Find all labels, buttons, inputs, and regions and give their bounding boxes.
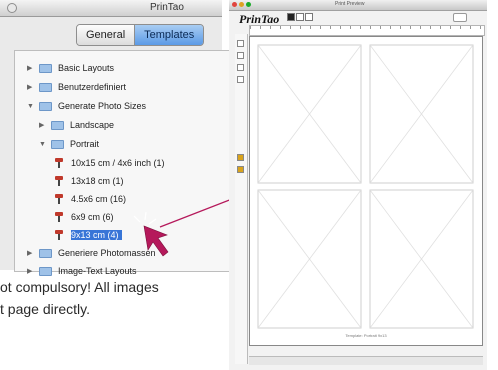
print-page: Template: Portrait 9x13: [249, 36, 483, 346]
zoom-button[interactable]: [246, 2, 251, 7]
click-sparkle-icon: [133, 211, 157, 225]
frame-tool-icon[interactable]: [237, 166, 244, 173]
color-tool-icon[interactable]: [237, 154, 244, 161]
note-line-2: t page directly.: [0, 301, 91, 317]
horizontal-scrollbar[interactable]: [249, 356, 483, 365]
vertical-ruler-toolbar: [235, 34, 248, 364]
single-page-view-icon[interactable]: [287, 13, 295, 21]
preview-window: Print Preview PrinTao Template: Portrait…: [229, 0, 487, 370]
text-tool-icon[interactable]: [237, 52, 244, 59]
note-line-1: ot compulsory! All images: [0, 279, 159, 295]
photo-grid: [257, 44, 474, 329]
instruction-note: ot compulsory! All images t page directl…: [0, 276, 159, 320]
toolbar-toggle-button[interactable]: [453, 13, 467, 22]
minimize-button[interactable]: [239, 2, 244, 7]
select-tool-icon[interactable]: [237, 40, 244, 47]
preview-window-title: Print Preview: [335, 1, 365, 7]
zoom-tool-icon[interactable]: [237, 76, 244, 83]
image-tool-icon[interactable]: [237, 64, 244, 71]
traffic-lights: [232, 2, 251, 7]
view-toggle-group: [287, 13, 313, 21]
grid-view-icon[interactable]: [305, 13, 313, 21]
page-caption: Template: Portrait 9x13: [345, 333, 387, 338]
two-page-view-icon[interactable]: [296, 13, 304, 21]
mouse-pointer-icon: [143, 225, 169, 257]
close-button[interactable]: [232, 2, 237, 7]
horizontal-ruler: [249, 25, 485, 36]
preview-titlebar: Print Preview: [229, 0, 487, 11]
